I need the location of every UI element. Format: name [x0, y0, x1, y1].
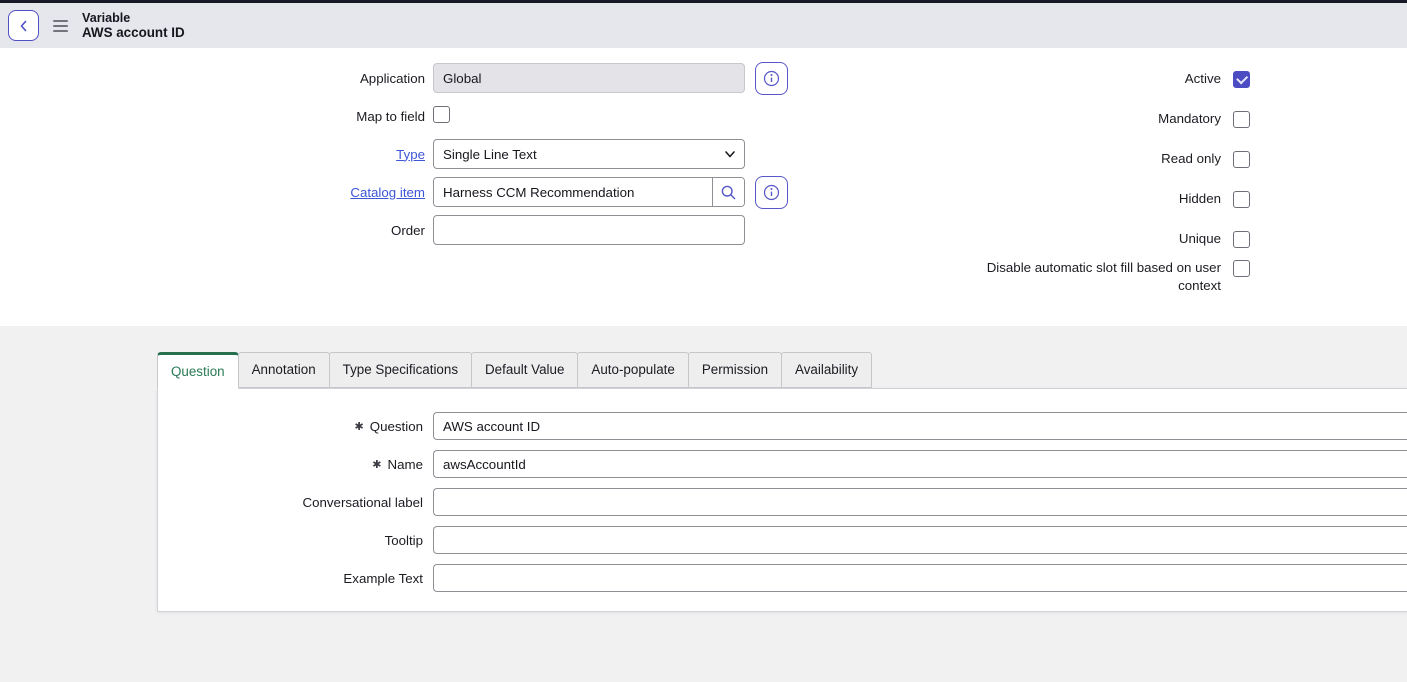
type-select[interactable]: Single Line Text	[433, 139, 745, 169]
form-main-section: Application Map to field Type Single Lin…	[0, 48, 1407, 326]
order-input[interactable]	[433, 215, 745, 245]
tooltip-row: Tooltip	[158, 521, 1407, 559]
active-row: Active	[976, 59, 1250, 99]
tab-availability[interactable]: Availability	[781, 352, 872, 388]
tab-type-specifications[interactable]: Type Specifications	[329, 352, 472, 388]
disable-slot-fill-label: Disable automatic slot fill based on use…	[976, 259, 1221, 295]
active-checkbox[interactable]	[1233, 71, 1250, 88]
search-icon	[720, 184, 737, 201]
question-input[interactable]	[433, 412, 1407, 440]
question-tab-panel: ✱Question ✱Name Conversational label Too…	[157, 388, 1407, 612]
catalog-item-label-link[interactable]: Catalog item	[149, 185, 425, 200]
question-label: ✱Question	[158, 419, 423, 434]
read-only-row: Read only	[976, 139, 1250, 179]
tooltip-input[interactable]	[433, 526, 1407, 554]
hamburger-menu-icon[interactable]	[53, 20, 68, 32]
required-icon: ✱	[372, 459, 381, 471]
tab-permission[interactable]: Permission	[688, 352, 782, 388]
example-text-label: Example Text	[158, 571, 423, 586]
info-icon	[763, 184, 780, 201]
tab-auto-populate[interactable]: Auto-populate	[577, 352, 688, 388]
name-row: ✱Name	[158, 445, 1407, 483]
form-right-column: Active Mandatory Read only Hidden Unique…	[976, 59, 1250, 299]
conversational-label-input[interactable]	[433, 488, 1407, 516]
conversational-label: Conversational label	[158, 495, 423, 510]
unique-row: Unique	[976, 219, 1250, 259]
name-input[interactable]	[433, 450, 1407, 478]
chevron-left-icon	[17, 19, 31, 33]
mandatory-label: Mandatory	[976, 110, 1221, 128]
header: Variable AWS account ID	[0, 3, 1407, 48]
record-type-label: Variable	[82, 11, 185, 25]
conversational-label-row: Conversational label	[158, 483, 1407, 521]
active-label: Active	[976, 70, 1221, 88]
question-row: ✱Question	[158, 407, 1407, 445]
application-label: Application	[149, 71, 425, 86]
tabbed-section: Question Annotation Type Specifications …	[0, 326, 1407, 682]
record-title: AWS account ID	[82, 25, 185, 40]
back-button[interactable]	[8, 10, 39, 41]
tab-question[interactable]: Question	[157, 352, 239, 389]
type-label-link[interactable]: Type	[149, 147, 425, 162]
order-label: Order	[149, 223, 425, 238]
catalog-item-reference-field	[433, 177, 745, 207]
application-info-button[interactable]	[755, 62, 788, 95]
hidden-label: Hidden	[976, 190, 1221, 208]
read-only-checkbox[interactable]	[1233, 151, 1250, 168]
application-input[interactable]	[433, 63, 745, 93]
tooltip-label: Tooltip	[158, 533, 423, 548]
unique-checkbox[interactable]	[1233, 231, 1250, 248]
catalog-item-input[interactable]	[434, 178, 712, 206]
unique-label: Unique	[976, 230, 1221, 248]
header-titles: Variable AWS account ID	[82, 11, 185, 41]
catalog-item-search-button[interactable]	[712, 178, 744, 206]
name-label: ✱Name	[158, 457, 423, 472]
catalog-item-info-button[interactable]	[755, 176, 788, 209]
example-text-input[interactable]	[433, 564, 1407, 592]
disable-slot-fill-row: Disable automatic slot fill based on use…	[976, 259, 1250, 299]
info-icon	[763, 70, 780, 87]
read-only-label: Read only	[976, 150, 1221, 168]
tab-bar: Question Annotation Type Specifications …	[0, 352, 1407, 388]
tab-annotation[interactable]: Annotation	[238, 352, 330, 388]
mandatory-row: Mandatory	[976, 99, 1250, 139]
required-icon: ✱	[355, 421, 364, 433]
map-to-field-label: Map to field	[149, 109, 425, 124]
disable-slot-fill-checkbox[interactable]	[1233, 260, 1250, 277]
example-text-row: Example Text	[158, 559, 1407, 597]
mandatory-checkbox[interactable]	[1233, 111, 1250, 128]
tab-default-value[interactable]: Default Value	[471, 352, 578, 388]
hidden-checkbox[interactable]	[1233, 191, 1250, 208]
hidden-row: Hidden	[976, 179, 1250, 219]
map-to-field-checkbox[interactable]	[433, 106, 450, 123]
